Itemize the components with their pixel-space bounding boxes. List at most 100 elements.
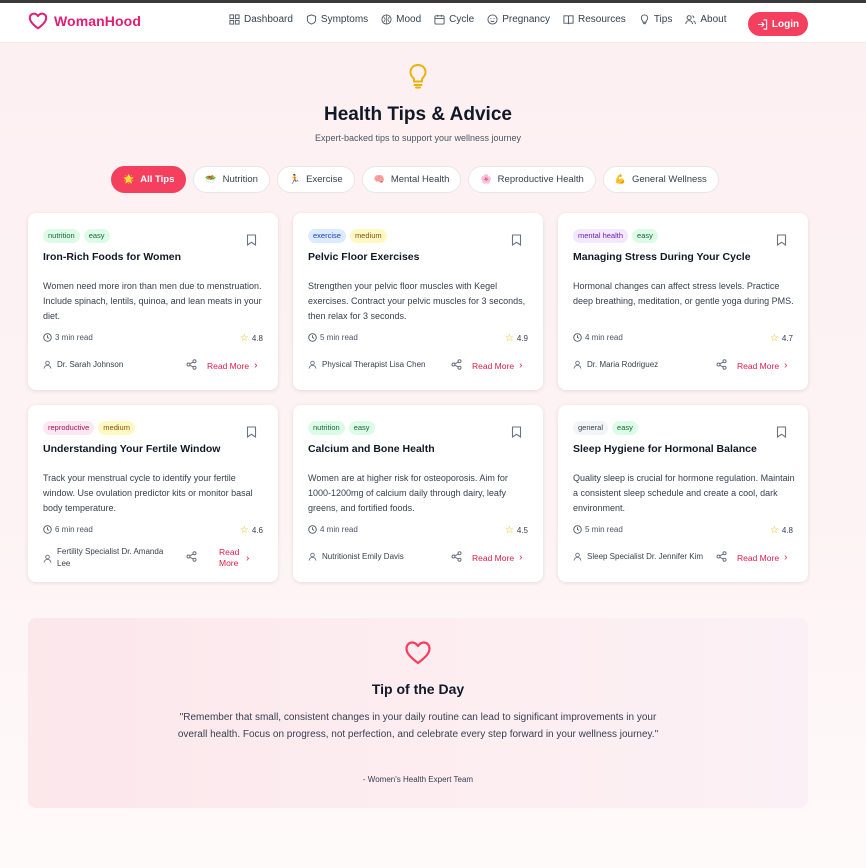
filter-exercise[interactable]: 🏃 Exercise — [276, 166, 355, 193]
share-icon[interactable] — [186, 359, 197, 370]
read-more-link[interactable]: Read More › — [219, 547, 249, 569]
read-more-link[interactable]: Read More › — [207, 360, 257, 371]
brand-name: WomanHood — [54, 13, 141, 29]
rating-value: 4.8 — [251, 334, 263, 343]
tip-card: reproductive medium Understanding Your F… — [28, 405, 278, 582]
difficulty-tag: easy — [83, 229, 110, 243]
tip-card: nutrition easy Calcium and Bone Health W… — [293, 405, 543, 582]
star-icon: ☆ — [769, 333, 779, 344]
filter-nutrition[interactable]: 🥗 Nutrition — [193, 166, 270, 193]
filter-mental-health[interactable]: 🧠 Mental Health — [361, 166, 462, 193]
nav-item-about[interactable]: About — [685, 14, 726, 25]
share-icon[interactable] — [451, 551, 462, 562]
clock-icon — [308, 525, 317, 534]
read-more-link[interactable]: Read More › — [737, 360, 787, 371]
nav-item-tips[interactable]: Tips — [639, 14, 672, 25]
chevron-right-icon: › — [519, 360, 523, 371]
author-name: Fertility Specialist Dr. Amanda Lee — [57, 547, 164, 568]
bookmark-icon[interactable] — [246, 234, 257, 246]
read-more-label: Read More — [472, 360, 515, 371]
tag-list: general easy — [573, 421, 638, 435]
nav-item-resources[interactable]: Resources — [563, 14, 626, 25]
filter-all-tips[interactable]: 🌟 All Tips — [111, 166, 187, 193]
difficulty-tag: easy — [612, 421, 638, 435]
category-tag: nutrition — [308, 421, 345, 435]
mood-icon — [381, 14, 392, 25]
category-filters: 🌟 All Tips 🥗 Nutrition 🏃 Exercise 🧠 Ment… — [111, 166, 726, 193]
filter-label: Nutrition — [222, 174, 258, 185]
bookmark-icon[interactable] — [511, 426, 522, 438]
user-icon — [308, 552, 317, 561]
nav-menu: Dashboard Symptoms Mood Cycle Pregnancy … — [229, 14, 739, 25]
read-time-label: 5 min read — [585, 525, 623, 534]
chevron-right-icon: › — [254, 360, 258, 371]
nav-item-cycle[interactable]: Cycle — [434, 14, 474, 25]
filter-label: All Tips — [140, 174, 175, 185]
nav-label: About — [700, 14, 727, 25]
bookmark-icon[interactable] — [246, 426, 257, 438]
login-button[interactable]: Login — [748, 12, 808, 36]
share-icon[interactable] — [716, 359, 727, 370]
card-title: Iron-Rich Foods for Women — [43, 251, 182, 263]
tip-of-the-day: Tip of the Day "Remember that small, con… — [28, 618, 808, 808]
read-time-label: 4 min read — [320, 525, 358, 534]
user-icon — [573, 552, 582, 561]
login-icon — [757, 18, 768, 30]
difficulty-tag: medium — [98, 421, 135, 435]
rating: ☆ 4.6 — [240, 525, 263, 536]
filter-reproductive-health[interactable]: 🌸 Reproductive Health — [468, 166, 596, 193]
filter-general-wellness[interactable]: 💪 General Wellness — [602, 166, 719, 193]
shield-icon — [306, 14, 317, 25]
nav-label: Resources — [578, 14, 626, 25]
card-body: Strengthen your pelvic floor muscles wit… — [308, 281, 526, 321]
salad-icon: 🥗 — [205, 174, 217, 184]
chevron-right-icon: › — [784, 552, 788, 563]
share-icon[interactable] — [186, 551, 197, 562]
tip-card: general easy Sleep Hygiene for Hormonal … — [558, 405, 808, 582]
page-subtitle: Expert-backed tips to support your welln… — [314, 133, 522, 143]
share-icon[interactable] — [451, 359, 462, 370]
read-more-link[interactable]: Read More › — [737, 552, 787, 563]
page-title: Health Tips & Advice — [324, 104, 512, 125]
author-name: Dr. Maria Rodriguez — [587, 360, 659, 369]
card-body: Women need more iron than men due to men… — [43, 281, 262, 321]
chevron-right-icon: › — [519, 552, 523, 563]
share-icon[interactable] — [716, 551, 727, 562]
bookmark-icon[interactable] — [511, 234, 522, 246]
tip-quote: "Remember that small, consistent changes… — [177, 712, 659, 740]
tip-card: mental health easy Managing Stress Durin… — [558, 213, 808, 390]
brand-logo[interactable]: WomanHood — [28, 12, 141, 30]
clock-icon — [43, 333, 52, 342]
read-time-label: 3 min read — [55, 333, 93, 342]
author: Dr. Sarah Johnson — [43, 360, 183, 369]
runner-icon: 🏃 — [288, 174, 301, 184]
tag-list: reproductive medium — [43, 421, 135, 435]
bookmark-icon[interactable] — [776, 234, 787, 246]
nav-item-symptoms[interactable]: Symptoms — [306, 14, 368, 25]
baby-icon — [487, 14, 498, 25]
chevron-right-icon: › — [246, 552, 250, 564]
read-more-link[interactable]: Read More › — [472, 552, 522, 563]
nav-item-mood[interactable]: Mood — [381, 14, 421, 25]
heart-icon — [405, 641, 431, 665]
filter-label: General Wellness — [631, 174, 707, 185]
nav-item-dashboard[interactable]: Dashboard — [229, 14, 293, 25]
card-body: Track your menstrual cycle to identify y… — [43, 473, 253, 513]
rating: ☆ 4.5 — [505, 525, 528, 536]
star-icon: ☆ — [504, 525, 514, 536]
nav-item-pregnancy[interactable]: Pregnancy — [487, 14, 550, 25]
nav-label: Cycle — [449, 14, 475, 25]
read-more-link[interactable]: Read More › — [472, 360, 522, 371]
heart-logo-icon — [28, 12, 48, 30]
nav-label: Mood — [396, 14, 422, 25]
navbar: WomanHood Dashboard Symptoms Mood Cycle … — [0, 3, 866, 43]
bookmark-icon[interactable] — [776, 426, 787, 438]
category-tag: nutrition — [43, 229, 80, 243]
read-time: 3 min read — [43, 333, 93, 342]
rating-value: 4.5 — [516, 526, 528, 535]
rating: ☆ 4.9 — [505, 333, 528, 344]
read-time: 6 min read — [43, 525, 93, 534]
rating: ☆ 4.8 — [770, 525, 793, 536]
dashboard-icon — [229, 14, 240, 25]
user-icon — [43, 360, 52, 369]
